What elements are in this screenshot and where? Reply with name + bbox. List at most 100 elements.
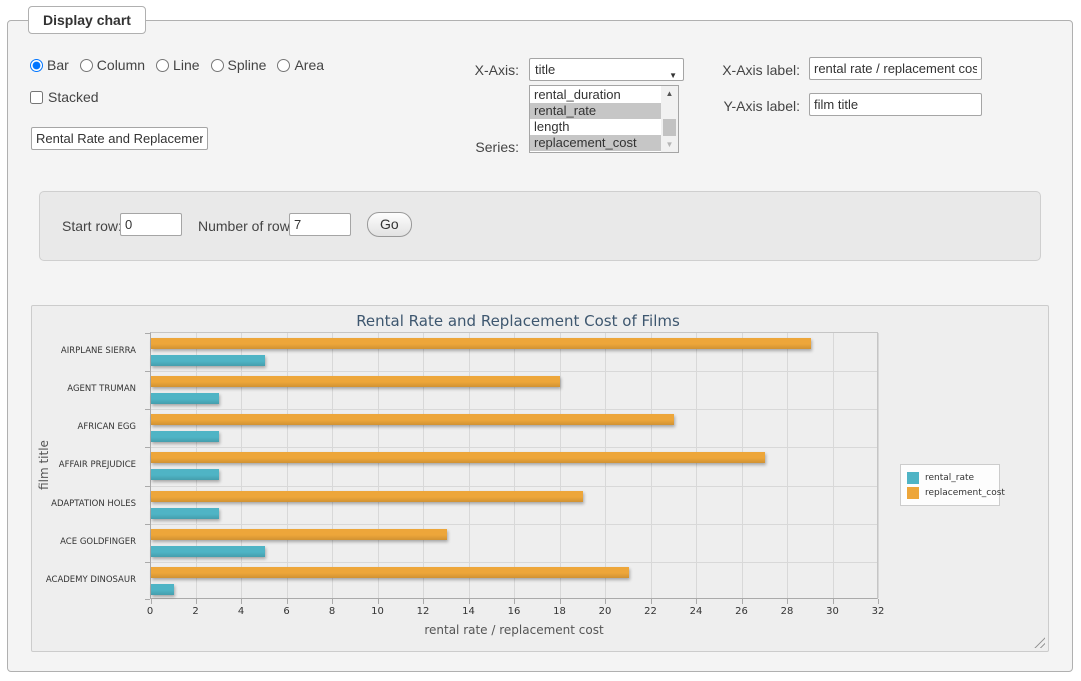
radio-label[interactable]: Line (173, 57, 199, 73)
chart-type-option-spline[interactable]: Spline (211, 57, 267, 73)
bar-replacement_cost (151, 491, 583, 502)
y-axis-tick (145, 599, 150, 600)
go-button[interactable]: Go (367, 212, 412, 237)
x-tick-label: 4 (238, 606, 244, 617)
bar-rental_rate (151, 469, 219, 480)
x-tick-label: 26 (735, 606, 748, 617)
radio-label[interactable]: Spline (228, 57, 267, 73)
scroll-up-icon[interactable]: ▲ (661, 86, 678, 101)
grid-line-horizontal (151, 371, 877, 372)
category-label: ACE GOLDFINGER (32, 523, 143, 561)
chart-type-option-area[interactable]: Area (277, 57, 324, 73)
y-axis-label-input[interactable] (809, 93, 982, 116)
stacked-row: Stacked (30, 89, 99, 105)
chart-x-axis-title: rental rate / replacement cost (424, 623, 603, 637)
grid-line-vertical (651, 333, 652, 598)
grid-line-vertical (287, 333, 288, 598)
number-of-rows-input[interactable] (289, 213, 351, 236)
series-option-rental_rate[interactable]: rental_rate (530, 103, 661, 119)
select-dropdown-arrow-icon: ▼ (669, 65, 677, 86)
grid-line-horizontal (151, 486, 877, 487)
series-multiselect[interactable]: rental_durationrental_ratelengthreplacem… (529, 85, 679, 153)
display-chart-fieldset: Display chart BarColumnLineSplineArea St… (7, 20, 1073, 672)
chart-title-input[interactable] (31, 127, 208, 150)
legend-swatch-icon (907, 472, 919, 484)
bar-rental_rate (151, 393, 219, 404)
chart-type-radio-bar[interactable] (30, 59, 43, 72)
y-axis-tick (145, 371, 150, 372)
radio-label[interactable]: Area (294, 57, 324, 73)
chart-title: Rental Rate and Replacement Cost of Film… (356, 312, 680, 330)
y-axis-tick (145, 486, 150, 487)
x-axis-label-input[interactable] (809, 57, 982, 80)
x-axis-tick (196, 599, 197, 604)
radio-label[interactable]: Bar (47, 57, 69, 73)
chart-type-option-bar[interactable]: Bar (30, 57, 69, 73)
x-axis-selected-value: title (535, 62, 555, 77)
stacked-checkbox[interactable] (30, 91, 43, 104)
x-axis-tick (514, 599, 515, 604)
series-option-replacement_cost[interactable]: replacement_cost (530, 135, 661, 151)
chart-type-option-line[interactable]: Line (156, 57, 199, 73)
radio-label[interactable]: Column (97, 57, 145, 73)
bar-rental_rate (151, 355, 265, 366)
x-axis-select[interactable]: title ▼ (529, 58, 684, 81)
y-axis-tick (145, 409, 150, 410)
grid-line-vertical (696, 333, 697, 598)
legend-item-rental_rate[interactable]: rental_rate (907, 470, 993, 485)
chart-type-radio-group: Bar Column Line Spline Area (30, 57, 324, 73)
chart-type-option-column[interactable]: Column (80, 57, 145, 73)
series-options: rental_durationrental_ratelengthreplacem… (530, 87, 661, 151)
chart-type-radio-spline[interactable] (211, 59, 224, 72)
x-tick-label: 22 (644, 606, 657, 617)
x-tick-label: 20 (599, 606, 612, 617)
grid-line-vertical (196, 333, 197, 598)
chart-resize-handle[interactable] (1034, 637, 1045, 648)
bar-replacement_cost (151, 376, 560, 387)
category-label: AGENT TRUMAN (32, 370, 143, 408)
x-axis-tick (605, 599, 606, 604)
x-tick-label: 6 (283, 606, 289, 617)
x-axis-tick (287, 599, 288, 604)
legend-item-replacement_cost[interactable]: replacement_cost (907, 485, 993, 500)
y-axis-tick (145, 333, 150, 334)
grid-line-vertical (560, 333, 561, 598)
series-option-length[interactable]: length (530, 119, 661, 135)
x-axis-tick (560, 599, 561, 604)
scroll-down-icon[interactable]: ▼ (661, 137, 678, 152)
bar-rental_rate (151, 508, 219, 519)
plot-area (150, 332, 878, 599)
start-row-input[interactable] (120, 213, 182, 236)
x-axis-tick (378, 599, 379, 604)
number-of-rows-label: Number of rows: (198, 218, 301, 234)
x-tick-label: 28 (781, 606, 794, 617)
grid-line-vertical (378, 333, 379, 598)
grid-line-vertical (787, 333, 788, 598)
grid-line-vertical (605, 333, 606, 598)
x-axis-tick (469, 599, 470, 604)
grid-line-horizontal (151, 562, 877, 563)
bar-replacement_cost (151, 414, 674, 425)
grid-line-vertical (469, 333, 470, 598)
legend-label: rental_rate (925, 473, 974, 483)
x-axis-tick (651, 599, 652, 604)
x-tick-label: 16 (508, 606, 521, 617)
grid-line-horizontal (151, 409, 877, 410)
chart-type-radio-line[interactable] (156, 59, 169, 72)
series-option-rental_duration[interactable]: rental_duration (530, 87, 661, 103)
scrollbar-thumb[interactable] (663, 119, 676, 136)
x-tick-label: 24 (690, 606, 703, 617)
x-axis-tick (151, 599, 152, 604)
category-label: ACADEMY DINOSAUR (32, 561, 143, 599)
y-axis-label-field-label: Y-Axis label: (708, 98, 800, 114)
x-axis-tick (696, 599, 697, 604)
series-list-scrollbar[interactable]: ▲ ▼ (661, 86, 678, 152)
category-label: AIRPLANE SIERRA (32, 332, 143, 370)
stacked-checkbox-label[interactable]: Stacked (48, 89, 99, 105)
grid-line-vertical (833, 333, 834, 598)
bar-replacement_cost (151, 338, 811, 349)
chart-container: Rental Rate and Replacement Cost of Film… (31, 305, 1049, 652)
chart-type-radio-area[interactable] (277, 59, 290, 72)
chart-type-radio-column[interactable] (80, 59, 93, 72)
x-tick-label: 14 (462, 606, 475, 617)
